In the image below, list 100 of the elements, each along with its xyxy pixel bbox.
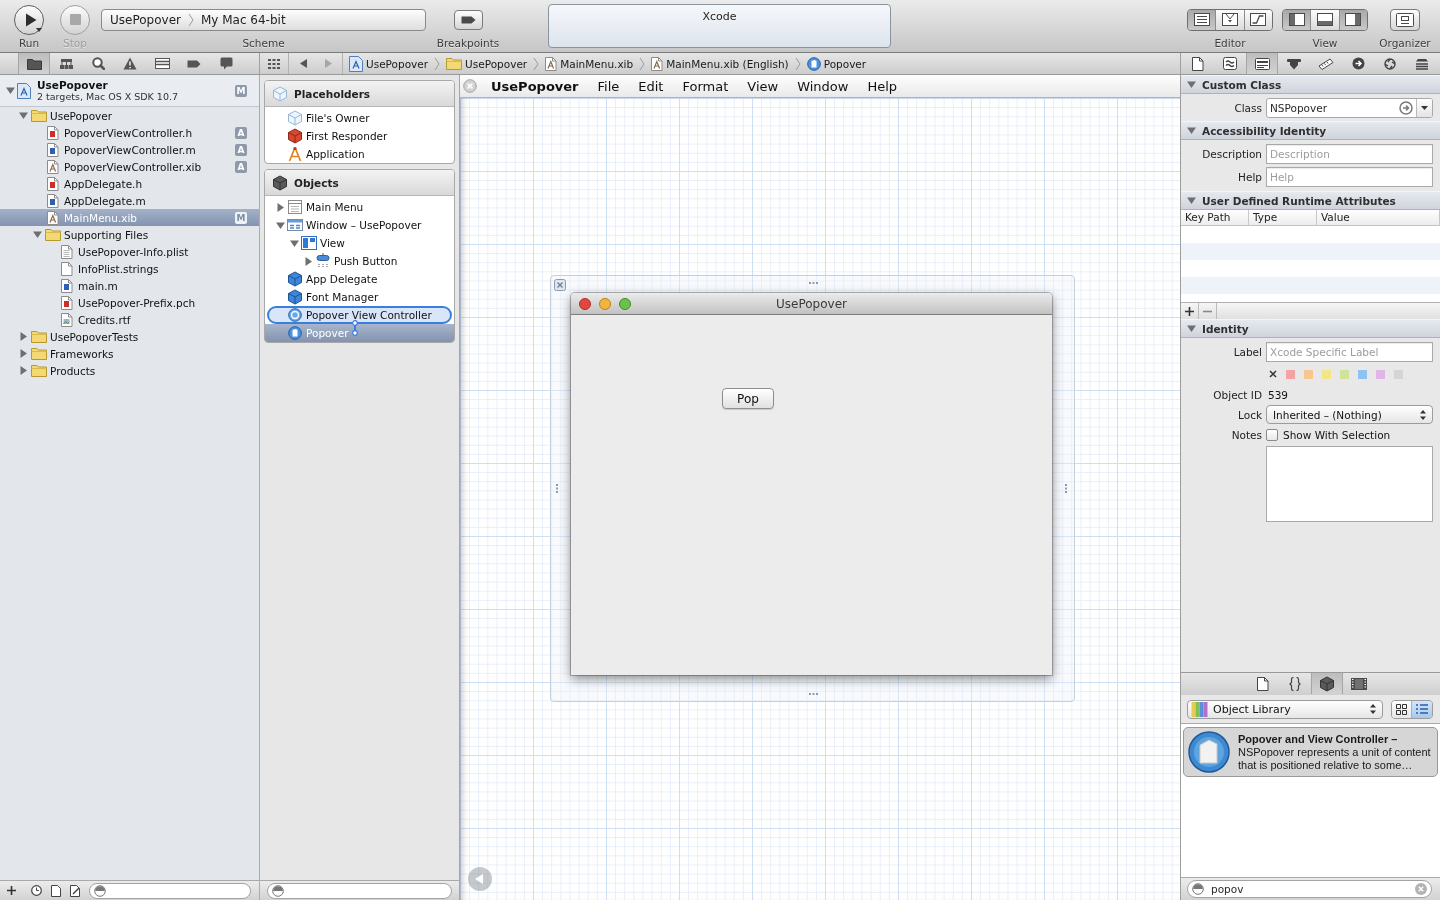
label-field[interactable]: Xcode Specific Label [1266, 342, 1433, 362]
navigator-tab[interactable] [18, 53, 50, 74]
color-swatch-icon[interactable] [1322, 369, 1331, 379]
outline-item[interactable]: Window – UsePopover [265, 216, 454, 234]
jump-bar-item[interactable]: Popover [806, 53, 867, 74]
navigator-item[interactable]: Frameworks [0, 345, 259, 362]
compass-icon [287, 146, 303, 162]
color-swatch-icon[interactable] [1376, 369, 1385, 379]
breakpoints-button[interactable] [453, 9, 483, 30]
disclosure-triangle-icon[interactable] [32, 230, 42, 239]
section-header[interactable]: Custom Class [1181, 75, 1440, 94]
navigator-item[interactable]: Products [0, 362, 259, 379]
navigator-item[interactable]: UsePopoverTests [0, 328, 259, 345]
outline-item[interactable]: Application [265, 145, 454, 163]
outline-item[interactable]: Main Menu [265, 198, 454, 216]
column-header[interactable]: Key Path [1181, 210, 1249, 225]
pop-button[interactable]: Pop [722, 388, 774, 409]
view-mode-button[interactable] [1392, 700, 1412, 718]
clock-icon[interactable] [31, 885, 42, 896]
color-swatch-icon[interactable] [1286, 369, 1295, 379]
class-field[interactable]: NSPopover [1266, 98, 1433, 118]
navigator-item[interactable]: PopoverViewController.h A [0, 124, 259, 141]
plus-icon[interactable] [7, 886, 16, 895]
outline-item[interactable]: Popover View Controller [267, 306, 452, 324]
navigator-item[interactable]: main.m [0, 277, 259, 294]
outline-item[interactable]: View [265, 234, 454, 252]
navigator-item[interactable]: UsePopover [0, 107, 259, 124]
filter-field[interactable] [89, 882, 251, 899]
outline-item[interactable]: File's Owner [265, 109, 454, 127]
menu-item[interactable]: Format [682, 78, 729, 94]
menu-item[interactable]: View [747, 78, 779, 94]
navigator-item[interactable]: InfoPlist.strings [0, 260, 259, 277]
document-pencil-icon[interactable] [70, 884, 81, 897]
disclosure-triangle-icon[interactable] [18, 111, 28, 120]
section-title: Placeholders [294, 87, 371, 100]
filter-field[interactable] [267, 882, 452, 899]
cross-icon[interactable] [1269, 370, 1277, 378]
section-header[interactable]: User Defined Runtime Attributes [1181, 191, 1440, 210]
navigator-item[interactable]: AppDelegate.h [0, 175, 259, 192]
disclosure-triangle-icon[interactable] [5, 86, 15, 95]
outline-item[interactable]: Font Manager [265, 288, 454, 306]
outline-item[interactable]: App Delegate [265, 270, 454, 288]
jump-bar-item[interactable]: MainMenu.xib [545, 53, 634, 74]
description-field[interactable]: Description [1266, 144, 1433, 164]
menu-item[interactable]: Help [867, 78, 898, 94]
organizer-button[interactable] [1390, 8, 1420, 31]
section-header[interactable]: Identity [1181, 319, 1440, 338]
section-header[interactable]: Accessibility Identity [1181, 121, 1440, 140]
scheme-popup[interactable]: UsePopover My Mac 64-bit [101, 8, 426, 31]
braces-icon [1288, 676, 1301, 691]
disclosure-triangle-icon[interactable] [275, 202, 285, 212]
color-swatch-icon[interactable] [1340, 369, 1349, 379]
help-field[interactable]: Help [1266, 167, 1433, 187]
outline-item[interactable]: Push Button [265, 252, 454, 270]
editor-mode-button[interactable] [1188, 9, 1217, 30]
jump-bar-item[interactable]: UsePopover [446, 53, 528, 74]
run-button[interactable] [14, 4, 44, 35]
editor-mode-button[interactable] [1244, 9, 1272, 30]
navigator-item[interactable]: Credits.rtf [0, 311, 259, 328]
app-menu[interactable]: UsePopover [491, 78, 579, 94]
jump-bar-item[interactable]: UsePopover [349, 53, 429, 74]
navigator-item[interactable]: Supporting Files [0, 226, 259, 243]
library-item[interactable]: Popover and View Controller – NSPopover represents a unit of content that is positioned relative to some… [1183, 727, 1438, 777]
lock-popup[interactable]: Inherited – (Nothing) [1266, 405, 1433, 424]
menu-item[interactable]: Edit [638, 78, 664, 94]
navigator-item[interactable]: AppDelegate.m [0, 192, 259, 209]
library-search-field[interactable]: popov [1187, 880, 1432, 898]
library-tab[interactable] [1310, 673, 1343, 694]
disclosure-triangle-icon[interactable] [18, 349, 28, 358]
column-header[interactable]: Type [1249, 210, 1317, 225]
arrow-circle-icon[interactable] [1399, 101, 1413, 115]
right-pane-icon [1345, 13, 1362, 26]
navigator-item[interactable]: PopoverViewController.xib A [0, 158, 259, 175]
navigator-item[interactable]: UsePopover-Info.plist [0, 243, 259, 260]
disclosure-triangle-icon[interactable] [18, 366, 28, 375]
menu-item[interactable]: File [597, 78, 620, 94]
inspector-tab[interactable] [1246, 53, 1278, 74]
disclosure-triangle-icon[interactable] [289, 238, 299, 248]
color-swatch-icon[interactable] [1304, 369, 1313, 379]
disclosure-triangle-icon[interactable] [303, 256, 313, 266]
document-icon[interactable] [51, 884, 61, 897]
view-toggle-button[interactable] [1311, 9, 1340, 30]
navigator-item[interactable]: PopoverViewController.m A [0, 141, 259, 158]
close-icon[interactable] [554, 279, 566, 291]
project-item[interactable]: UsePopover 2 targets, Mac OS X SDK 10.7 M [0, 75, 259, 107]
notes-field[interactable] [1266, 446, 1433, 522]
left-pane-icon [1288, 13, 1305, 26]
checkbox[interactable] [1266, 429, 1278, 441]
menu-item[interactable]: Window [797, 78, 849, 94]
editor-mode-button[interactable] [1216, 9, 1245, 30]
view-toggle-button[interactable] [1339, 9, 1367, 30]
navigator-item[interactable]: UsePopover-Prefix.pch [0, 294, 259, 311]
column-header[interactable]: Value [1317, 210, 1440, 225]
view-toggle-button[interactable] [1283, 9, 1312, 30]
disclosure-triangle-icon[interactable] [275, 220, 285, 230]
disclosure-triangle-icon[interactable] [18, 332, 28, 341]
library-popup[interactable]: Object Library [1187, 699, 1383, 719]
outline-item[interactable]: First Responder [265, 127, 454, 145]
jump-bar-item[interactable]: MainMenu.xib (English) [651, 53, 789, 74]
color-swatch-icon[interactable] [1358, 369, 1367, 379]
